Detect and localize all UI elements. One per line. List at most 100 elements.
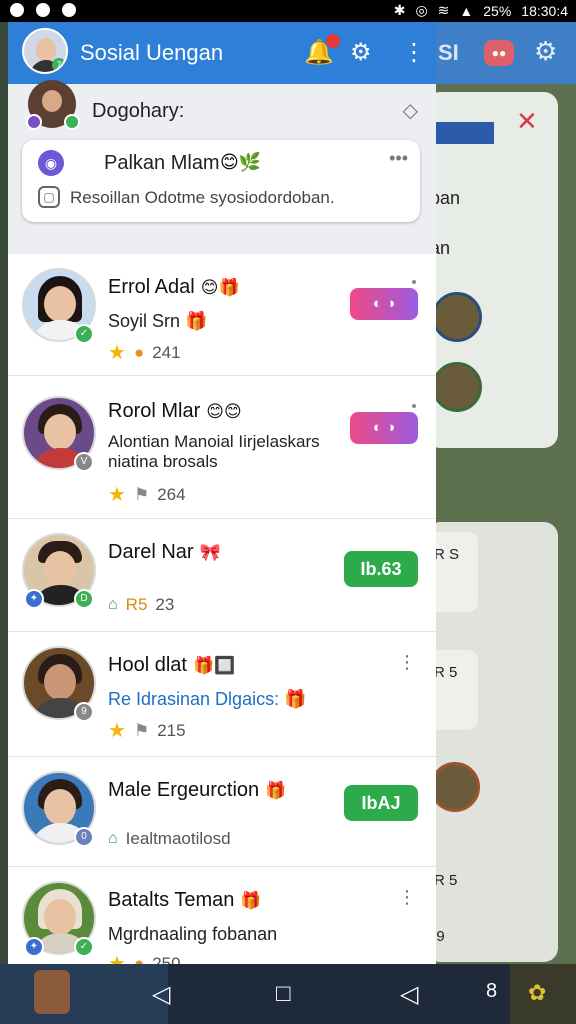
background-row-label: R 5 — [436, 664, 458, 681]
meta-count: 264 — [157, 484, 186, 504]
meta-count: 215 — [157, 720, 186, 740]
gift-icon: 🎁 — [284, 689, 307, 709]
back-icon[interactable]: ◁ — [400, 980, 418, 1009]
gear-icon[interactable]: ⚙ — [350, 38, 372, 67]
notification-dot-icon — [36, 3, 50, 17]
app-bar: 7 Sosial Uengan 🔔 ⚙ ⋮ — [8, 22, 436, 84]
background-avatar — [436, 762, 480, 812]
chat-meta: ⌂ Iealtmaotilosd — [108, 829, 231, 849]
recent-app-thumbnail[interactable]: ✿ — [510, 964, 576, 1024]
group-title: Dogohary: — [92, 100, 185, 122]
recent-app-thumbnail[interactable] — [0, 964, 168, 1024]
app-title: Sosial Uengan — [80, 40, 224, 65]
action-pill[interactable]: ◐ ◑ — [350, 412, 418, 444]
star-icon: ★ — [108, 953, 126, 964]
emoji-icon: 😊🌿 — [220, 152, 262, 172]
chat-row[interactable]: V Rorol Mlar 😊😊 Alontian Manoial Iirjelas… — [8, 376, 436, 519]
background-app-title: SI — [438, 40, 459, 65]
background-app-header: SI ●● ⚙ — [436, 22, 576, 84]
background-row-label: R 5 — [436, 872, 458, 889]
chat-meta: ★ ● 250 — [108, 951, 181, 964]
star-icon: ★ — [108, 342, 126, 364]
status-badge-secondary: ✦ — [24, 937, 44, 957]
bell-icon[interactable]: 🔔 — [304, 34, 340, 67]
action-pill[interactable]: Ib.63 — [344, 551, 418, 587]
background-app: SI ●● ⚙ ✕ pan an R S R 5 R 5 19 — [436, 22, 576, 964]
emoji-icon: 😊😊 — [206, 402, 242, 421]
tag-icon[interactable]: ◇ — [403, 98, 418, 123]
game-icon: ✿ — [528, 980, 547, 1005]
background-card: ✕ pan an — [436, 92, 558, 448]
meta-text: Iealtmaotilosd — [125, 829, 231, 848]
keyboard-icon[interactable]: 8 — [486, 980, 497, 1003]
status-badge: 0 — [74, 827, 94, 847]
chat-row[interactable]: ✦ D Darel Nar 🎀 ⌂ R5 23 Ib.63 — [8, 519, 436, 632]
background-image-strip — [436, 122, 494, 144]
avatar-status-badge: 7 — [52, 58, 66, 72]
emoji-icon: 🎁🔲 — [192, 656, 236, 675]
status-badge: ✓ — [74, 937, 94, 957]
status-icons-left — [10, 3, 76, 17]
close-icon: ✕ — [516, 106, 538, 136]
battery-level: 25% — [483, 2, 512, 19]
meta-prefix: R5 — [125, 595, 148, 614]
record-icon: ●● — [484, 40, 514, 66]
back-icon[interactable]: ◁ — [152, 980, 170, 1009]
mini-dot — [412, 404, 416, 408]
action-pill[interactable]: IbAJ — [344, 785, 418, 821]
more-vertical-icon[interactable]: ⋮ — [402, 38, 426, 67]
more-vertical-icon[interactable]: ⋮ — [398, 887, 416, 908]
more-vertical-icon[interactable]: ⋮ — [398, 652, 416, 673]
chat-row[interactable]: ✦ ✓ Batalts Teman 🎁 Mgrdnaaling fobanan ★… — [8, 867, 436, 964]
group-avatar[interactable] — [26, 80, 80, 130]
action-pill[interactable]: ◐ ◑ — [350, 288, 418, 320]
wifi-icon: ≋ — [437, 2, 450, 18]
notification-dot-icon — [62, 3, 76, 17]
status-icon: ◉ — [38, 150, 64, 176]
chat-row[interactable]: 0 Male Ergeurction 🎁 ⌂ Iealtmaotilosd IbA… — [8, 757, 436, 867]
background-avatar — [436, 292, 482, 342]
status-card-subtitle: Resoillan Odotme syosiodordoban. — [70, 188, 335, 207]
fire-icon: ● — [133, 342, 145, 362]
status-icons-right: ✱ ◎ ≋ ▲ 25% 18:30:4 — [394, 2, 568, 19]
navigation-bar: ◁ □ ◁ 8 ✿ — [0, 964, 576, 1024]
chat-meta: ★ ● 241 — [108, 340, 181, 365]
signal-icon: ▲ — [459, 2, 474, 19]
chat-message: Alontian Manoial Iirjelaskars niatina br… — [108, 432, 320, 471]
flag-icon: ⚑ — [133, 720, 150, 740]
background-avatar — [436, 362, 482, 412]
emoji-icon: 🎁 — [265, 781, 287, 800]
star-icon: ★ — [108, 720, 126, 742]
background-row-label: R S — [436, 546, 460, 563]
background-row: R S — [436, 532, 478, 612]
profile-avatar[interactable]: 7 — [22, 28, 68, 74]
status-card[interactable]: ◉ Palkan Mlam 😊🌿 ••• ▢ Resoillan Odotme … — [22, 140, 420, 222]
flag-icon: ⚑ — [133, 484, 150, 504]
background-card-text: an — [436, 238, 451, 258]
status-card-name: Palkan Mlam — [104, 152, 220, 174]
meta-count: 241 — [152, 342, 181, 362]
status-badge: 9 — [74, 702, 94, 722]
message-icon: ▢ — [38, 186, 60, 208]
chat-list: ✓ Errol Adal 😊🎁 Soyil Srn 🎁 ★ ● 241 ◐ ◑ V… — [8, 254, 436, 964]
chat-name: Male Ergeurction 🎁 — [108, 779, 287, 801]
home-button-icon[interactable]: □ — [276, 980, 291, 1008]
status-badge: V — [74, 452, 94, 472]
background-card-text: pan — [436, 188, 461, 208]
vibrate-icon: ◎ — [415, 2, 428, 18]
chat-name: Hool dlat 🎁🔲 — [108, 654, 236, 676]
status-badge: D — [74, 589, 94, 609]
chat-row[interactable]: ✓ Errol Adal 😊🎁 Soyil Srn 🎁 ★ ● 241 ◐ ◑ — [8, 254, 436, 376]
emoji-icon: 🎁 — [240, 891, 262, 910]
chat-name: Darel Nar 🎀 — [108, 541, 221, 563]
status-bar: ✱ ◎ ≋ ▲ 25% 18:30:4 — [0, 0, 576, 22]
status-badge-secondary: ✦ — [24, 589, 44, 609]
home-icon: ⌂ — [108, 830, 118, 847]
background-row-label: 19 — [436, 928, 445, 945]
meta-count: 23 — [155, 595, 175, 614]
chat-row[interactable]: 9 Hool dlat 🎁🔲 Re Idrasinan Dlgaics: 🎁 ★ … — [8, 632, 436, 757]
bluetooth-icon: ✱ — [393, 2, 406, 18]
mini-dot — [412, 280, 416, 284]
meta-count: 250 — [152, 953, 181, 965]
more-horizontal-icon[interactable]: ••• — [389, 148, 408, 169]
